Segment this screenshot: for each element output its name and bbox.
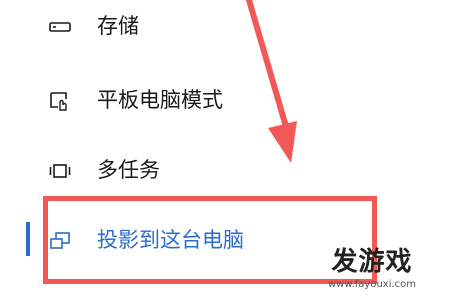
watermark-logo: 发游戏 — [331, 247, 413, 277]
watermark-url: www.fayouxi.com — [327, 279, 417, 290]
watermark: 发游戏 www.fayouxi.com — [302, 246, 442, 294]
